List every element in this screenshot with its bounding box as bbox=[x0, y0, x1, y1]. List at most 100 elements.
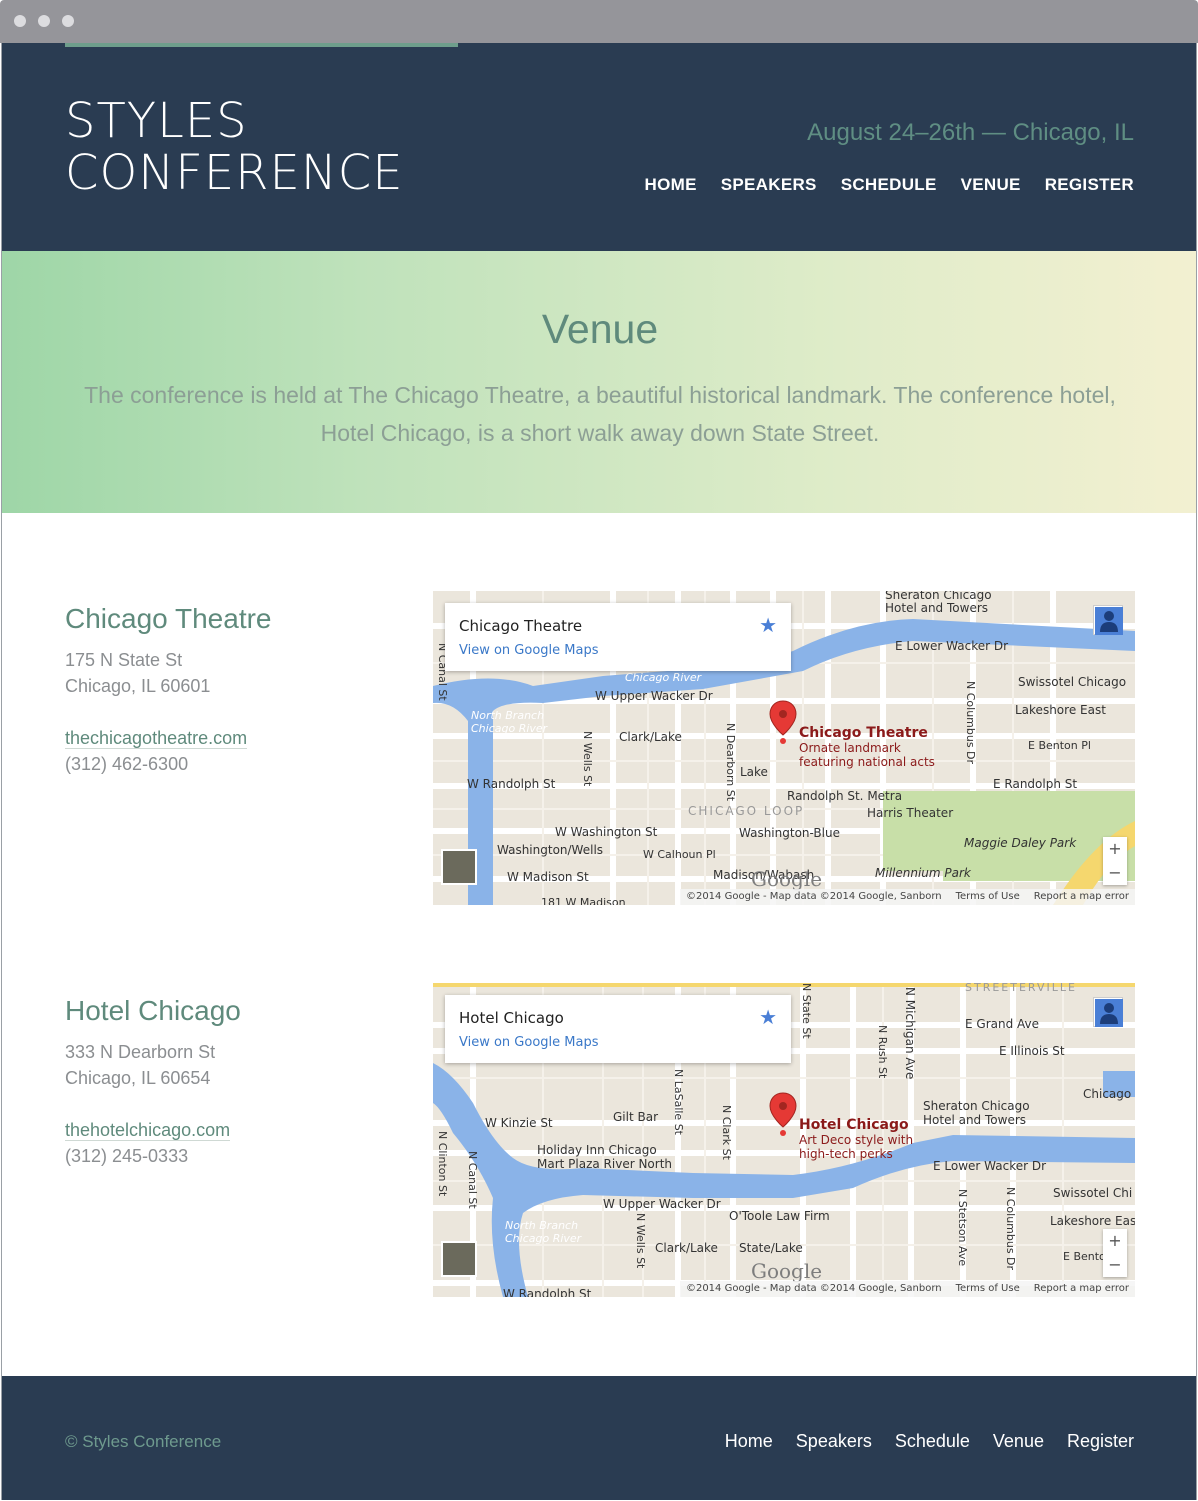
map-terms-link[interactable]: Terms of Use bbox=[956, 1281, 1020, 1297]
venue-name: Hotel Chicago bbox=[65, 995, 241, 1026]
map-label: Clark/Lake bbox=[619, 730, 682, 744]
place-desc-2: featuring national acts bbox=[799, 755, 935, 769]
map-label: N Columbus Dr bbox=[1004, 1187, 1017, 1271]
street-view-pegman-icon[interactable] bbox=[1093, 997, 1123, 1027]
nav-schedule[interactable]: SCHEDULE bbox=[841, 175, 937, 195]
google-logo: Google bbox=[751, 867, 823, 891]
nav-register[interactable]: REGISTER bbox=[1045, 175, 1134, 195]
street-view-pegman-icon[interactable] bbox=[1093, 605, 1123, 635]
map-terms-link[interactable]: Terms of Use bbox=[956, 889, 1020, 905]
footer-nav-schedule[interactable]: Schedule bbox=[895, 1431, 970, 1452]
header-accent-bar bbox=[65, 43, 458, 47]
save-star-icon[interactable]: ★ bbox=[759, 613, 777, 637]
place-desc-1: Art Deco style with bbox=[799, 1133, 914, 1147]
site-logo[interactable]: STYLES CONFERENCE bbox=[65, 95, 404, 199]
map-marker-icon[interactable] bbox=[768, 699, 798, 745]
map-label: N Clinton St bbox=[436, 1131, 449, 1197]
footer-nav: Home Speakers Schedule Venue Register bbox=[725, 1431, 1134, 1452]
map-label: Washington-Blue bbox=[739, 826, 840, 840]
venue-chicago-theatre: Chicago Theatre 175 N State St Chicago, … bbox=[2, 591, 1196, 911]
map-label: Sheraton Chicago Hotel and Towers bbox=[885, 591, 992, 615]
map-label: 181 W Madison bbox=[541, 896, 626, 905]
map-label: W Washington St bbox=[555, 825, 658, 839]
footer-nav-register[interactable]: Register bbox=[1067, 1431, 1134, 1452]
zoom-in-button[interactable]: + bbox=[1103, 1229, 1127, 1253]
map-zoom-control: + − bbox=[1103, 1229, 1127, 1277]
map-label: E Illinois St bbox=[999, 1044, 1065, 1058]
map-label: N LaSalle St bbox=[672, 1069, 685, 1135]
save-star-icon[interactable]: ★ bbox=[759, 1005, 777, 1029]
map-label: Swissotel Chi bbox=[1053, 1186, 1133, 1200]
logo-line-2: CONFERENCE bbox=[65, 145, 404, 201]
satellite-toggle-thumbnail[interactable] bbox=[441, 1241, 477, 1277]
site-footer: © Styles Conference Home Speakers Schedu… bbox=[2, 1376, 1196, 1500]
footer-copyright: © Styles Conference bbox=[65, 1432, 222, 1451]
nav-home[interactable]: HOME bbox=[645, 175, 697, 195]
browser-chrome bbox=[0, 0, 1198, 43]
map-info-window: Hotel Chicago View on Google Maps ★ bbox=[445, 995, 791, 1063]
view-on-google-maps-link[interactable]: View on Google Maps bbox=[459, 1035, 599, 1050]
hero-description: The conference is held at The Chicago Th… bbox=[84, 382, 1116, 446]
logo-line-1: STYLES bbox=[65, 93, 248, 149]
venue-address-line2: Chicago, IL 60654 bbox=[65, 1068, 211, 1088]
map-label: E Randolph St bbox=[993, 777, 1078, 791]
page-title: Venue bbox=[541, 306, 659, 352]
venue-phone: (312) 462-6300 bbox=[65, 754, 189, 774]
info-window-title: Chicago Theatre bbox=[459, 617, 583, 635]
map-label: E Grand Ave bbox=[965, 1017, 1040, 1031]
venue-info: Chicago Theatre 175 N State St Chicago, … bbox=[65, 603, 385, 777]
venue-website-link[interactable]: thehotelchicago.com bbox=[65, 1120, 231, 1141]
venue-info: Hotel Chicago 333 N Dearborn St Chicago,… bbox=[65, 995, 385, 1169]
site-header: STYLES CONFERENCE August 24–26th — Chica… bbox=[2, 43, 1196, 251]
map-label: CHICAGO LOOP bbox=[688, 804, 805, 818]
event-tagline: August 24–26th — Chicago, IL bbox=[807, 119, 1134, 146]
map-label: O'Toole Law Firm bbox=[729, 1209, 830, 1223]
map-label: North Branch Chicago River bbox=[505, 1219, 582, 1245]
map-label: Millennium Park bbox=[875, 866, 971, 880]
nav-venue[interactable]: VENUE bbox=[961, 175, 1021, 195]
zoom-out-button[interactable]: − bbox=[1103, 1253, 1127, 1277]
map-label: W Madison St bbox=[507, 870, 589, 884]
view-on-google-maps-link[interactable]: View on Google Maps bbox=[459, 643, 599, 658]
window-dot-minimize[interactable] bbox=[38, 15, 50, 27]
footer-nav-home[interactable]: Home bbox=[725, 1431, 773, 1452]
map-attribution: ©2014 Google - Map data ©2014 Google, Sa… bbox=[679, 1281, 1135, 1297]
venue-website-link[interactable]: thechicagotheatre.com bbox=[65, 728, 248, 749]
map-report-error-link[interactable]: Report a map error bbox=[1034, 889, 1129, 905]
map-label: W Calhoun Pl bbox=[643, 848, 716, 861]
map-label: N Rush St bbox=[876, 1025, 889, 1079]
primary-nav: HOME SPEAKERS SCHEDULE VENUE REGISTER bbox=[645, 175, 1134, 195]
footer-nav-speakers[interactable]: Speakers bbox=[796, 1431, 872, 1452]
map-label: Gilt Bar bbox=[613, 1110, 659, 1124]
map-report-error-link[interactable]: Report a map error bbox=[1034, 1281, 1129, 1297]
place-desc-1: Ornate landmark bbox=[799, 741, 901, 755]
map-label: E Lower Wacker Dr bbox=[895, 639, 1009, 653]
nav-speakers[interactable]: SPEAKERS bbox=[721, 175, 817, 195]
map-label: W Upper Wacker Dr bbox=[595, 689, 713, 703]
map-label: Lakeshore Eas bbox=[1050, 1214, 1135, 1228]
venue-phone: (312) 245-0333 bbox=[65, 1146, 189, 1166]
venue-address-line1: 175 N State St bbox=[65, 650, 183, 670]
map-label: Sheraton Chicago Hotel and Towers bbox=[923, 1099, 1030, 1127]
map-label: Washington/Wells bbox=[497, 843, 604, 857]
map-info-window: Chicago Theatre View on Google Maps ★ bbox=[445, 603, 791, 671]
zoom-in-button[interactable]: + bbox=[1103, 837, 1127, 861]
map-label: STREETERVILLE bbox=[965, 983, 1077, 994]
footer-nav-venue[interactable]: Venue bbox=[993, 1431, 1044, 1452]
place-desc-2: high-tech perks bbox=[799, 1147, 893, 1161]
map-label: Lake bbox=[740, 765, 768, 779]
info-window-title: Hotel Chicago bbox=[459, 1009, 564, 1027]
satellite-toggle-thumbnail[interactable] bbox=[441, 849, 477, 885]
map-attribution-text: ©2014 Google - Map data ©2014 Google, Sa… bbox=[685, 1283, 942, 1294]
map-chicago-theatre[interactable]: W Upper Wacker Dr E Lower Wacker Dr Chic… bbox=[433, 591, 1135, 905]
map-label: N Columbus Dr bbox=[964, 681, 977, 765]
map-label: N Dearborn St bbox=[724, 723, 737, 802]
place-name: Chicago Theatre bbox=[799, 725, 928, 741]
zoom-out-button[interactable]: − bbox=[1103, 861, 1127, 885]
map-label: Maggie Daley Park bbox=[964, 836, 1077, 850]
window-dot-close[interactable] bbox=[14, 15, 26, 27]
map-marker-icon[interactable] bbox=[768, 1091, 798, 1137]
window-dot-zoom[interactable] bbox=[62, 15, 74, 27]
map-hotel-chicago[interactable]: STREETERVILLE E Grand Ave E Illinois St … bbox=[433, 983, 1135, 1297]
map-label: N Clark St bbox=[720, 1105, 733, 1160]
